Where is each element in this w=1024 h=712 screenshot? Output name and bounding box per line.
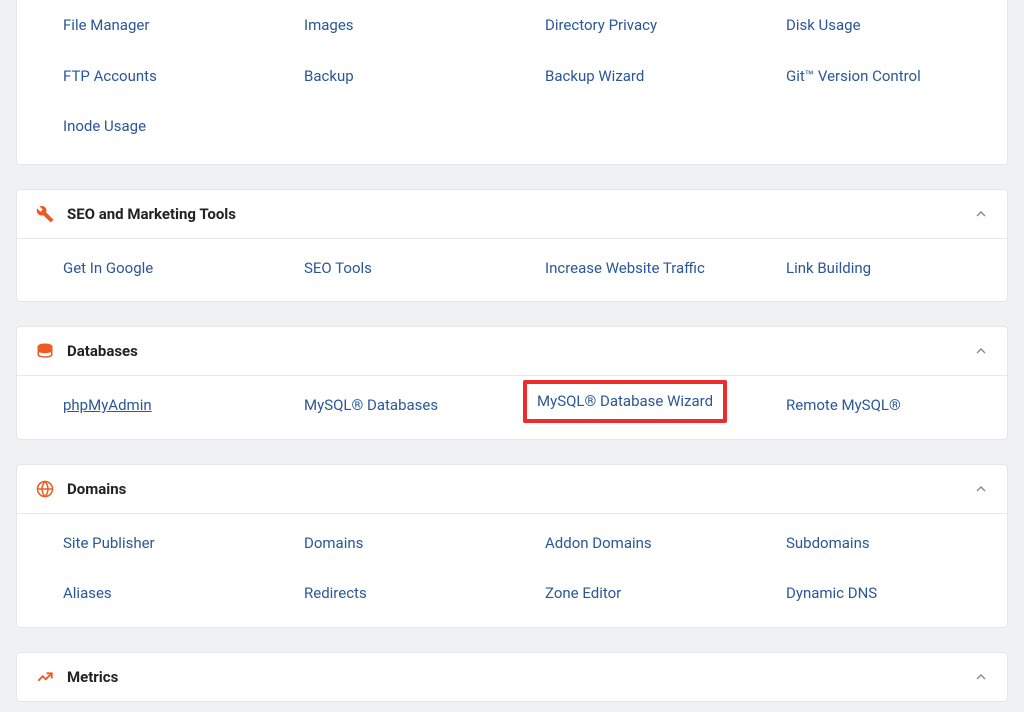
link-backup[interactable]: Backup xyxy=(296,61,362,92)
link-get-in-google[interactable]: Get In Google xyxy=(55,253,161,284)
databases-panel-header[interactable]: Databases xyxy=(17,327,1007,376)
link-phpmyadmin[interactable]: phpMyAdmin xyxy=(55,390,160,421)
link-site-publisher[interactable]: Site Publisher xyxy=(55,528,163,559)
files-grid: File Manager Images Directory Privacy Di… xyxy=(17,0,1007,164)
link-git-version-control[interactable]: Git™ Version Control xyxy=(778,61,929,92)
link-aliases[interactable]: Aliases xyxy=(55,578,120,609)
metrics-panel: Metrics xyxy=(16,652,1008,702)
link-seo-tools[interactable]: SEO Tools xyxy=(296,253,380,284)
link-remote-mysql[interactable]: Remote MySQL® xyxy=(778,390,909,421)
link-redirects[interactable]: Redirects xyxy=(296,578,375,609)
link-inode-usage[interactable]: Inode Usage xyxy=(55,111,154,142)
link-increase-traffic[interactable]: Increase Website Traffic xyxy=(537,253,713,284)
link-ftp-accounts[interactable]: FTP Accounts xyxy=(55,61,165,92)
chevron-up-icon xyxy=(973,343,989,359)
link-mysql-databases[interactable]: MySQL® Databases xyxy=(296,390,446,421)
seo-panel-title: SEO and Marketing Tools xyxy=(67,205,973,223)
link-addon-domains[interactable]: Addon Domains xyxy=(537,528,660,559)
metrics-panel-header[interactable]: Metrics xyxy=(17,653,1007,701)
domains-panel-title: Domains xyxy=(67,480,973,498)
metrics-icon xyxy=(35,667,55,687)
databases-panel: Databases phpMyAdmin MySQL® Databases My… xyxy=(16,326,1008,440)
chevron-up-icon xyxy=(973,481,989,497)
globe-icon xyxy=(35,479,55,499)
files-panel: File Manager Images Directory Privacy Di… xyxy=(16,0,1008,165)
database-icon xyxy=(35,341,55,361)
link-dynamic-dns[interactable]: Dynamic DNS xyxy=(778,578,885,609)
domains-grid: Site Publisher Domains Addon Domains Sub… xyxy=(17,514,1007,627)
databases-panel-title: Databases xyxy=(67,342,973,360)
link-mysql-database-wizard[interactable]: MySQL® Database Wizard xyxy=(523,380,727,423)
link-directory-privacy[interactable]: Directory Privacy xyxy=(537,10,665,41)
databases-grid: phpMyAdmin MySQL® Databases MySQL® Datab… xyxy=(17,376,1007,439)
seo-panel: SEO and Marketing Tools Get In Google SE… xyxy=(16,189,1008,303)
link-domains[interactable]: Domains xyxy=(296,528,371,559)
link-link-building[interactable]: Link Building xyxy=(778,253,879,284)
metrics-panel-title: Metrics xyxy=(67,668,973,686)
link-disk-usage[interactable]: Disk Usage xyxy=(778,10,869,41)
chevron-up-icon xyxy=(973,206,989,222)
seo-grid: Get In Google SEO Tools Increase Website… xyxy=(17,239,1007,302)
domains-panel: Domains Site Publisher Domains Addon Dom… xyxy=(16,464,1008,628)
link-subdomains[interactable]: Subdomains xyxy=(778,528,878,559)
link-images[interactable]: Images xyxy=(296,10,362,41)
chevron-up-icon xyxy=(973,669,989,685)
link-file-manager[interactable]: File Manager xyxy=(55,10,157,41)
link-backup-wizard[interactable]: Backup Wizard xyxy=(537,61,652,92)
tools-icon xyxy=(35,204,55,224)
seo-panel-header[interactable]: SEO and Marketing Tools xyxy=(17,190,1007,239)
link-zone-editor[interactable]: Zone Editor xyxy=(537,578,629,609)
domains-panel-header[interactable]: Domains xyxy=(17,465,1007,514)
